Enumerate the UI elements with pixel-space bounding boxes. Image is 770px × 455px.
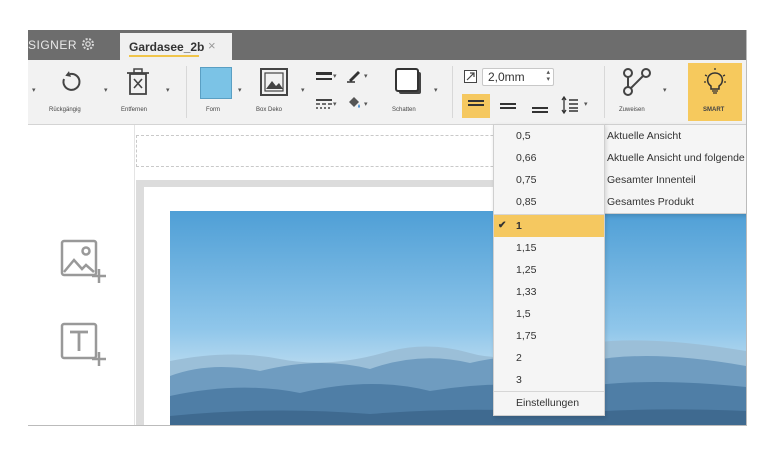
chevron-down-icon[interactable]: ▾ — [333, 100, 337, 108]
undo-icon — [62, 71, 81, 91]
divider — [186, 66, 187, 118]
stroke-width-value: 2,0mm — [488, 70, 525, 84]
line-spacing-option-selected[interactable]: ✔ 1 — [494, 215, 604, 237]
settings-option[interactable]: Einstellungen — [494, 392, 604, 414]
view-scope-item[interactable]: Gesamtes Produkt — [603, 191, 746, 213]
assign-label: Zuweisen — [619, 107, 645, 113]
line-spacing-menu: 0,5 0,66 0,75 0,85 ✔ 1 1,15 1,25 1,33 1,… — [493, 124, 605, 416]
image-frame-icon — [260, 68, 288, 96]
lake-photo[interactable] — [170, 211, 746, 425]
line-spacing-option[interactable]: 3 — [494, 369, 604, 391]
app-window: SIGNER Gardasee_2b × ▾ Rückgängig ▾ Entf… — [28, 30, 747, 426]
tab-active-indicator — [129, 55, 199, 57]
smart-button[interactable]: SMART — [688, 63, 742, 121]
gear-icon[interactable] — [80, 36, 96, 52]
remove-label: Entfernen — [121, 107, 148, 113]
view-scope-item[interactable]: Aktuelle Ansicht — [603, 125, 746, 147]
align-top-button[interactable] — [462, 94, 490, 118]
divider — [452, 66, 453, 118]
pen-icon[interactable] — [346, 67, 362, 83]
box-deco-label: Box Deko — [256, 107, 283, 113]
line-weight-icon[interactable] — [316, 70, 332, 82]
side-panel-divider — [134, 125, 135, 425]
add-text-icon[interactable] — [60, 322, 106, 366]
stroke-width-input[interactable]: 2,0mm ▴ ▾ — [482, 68, 554, 86]
divider — [604, 66, 605, 118]
share-nodes-icon — [623, 68, 651, 96]
align-middle-icon[interactable] — [500, 100, 516, 112]
mountain-photo-image — [170, 211, 746, 425]
chevron-down-icon[interactable]: ▾ — [663, 86, 667, 94]
line-spacing-icon[interactable] — [561, 96, 579, 114]
trash-icon — [127, 68, 149, 95]
add-image-icon[interactable] — [60, 239, 106, 283]
smart-label: SMART — [703, 107, 725, 113]
app-label: SIGNER — [28, 38, 78, 52]
chevron-down-icon[interactable]: ▾ — [166, 86, 170, 94]
remove-button[interactable]: Entfernen — [114, 64, 162, 120]
line-spacing-option[interactable]: 1,15 — [494, 237, 604, 259]
line-style-icon[interactable] — [316, 98, 332, 110]
shadow-button[interactable]: Schatten — [384, 64, 432, 120]
view-scope-item[interactable]: Aktuelle Ansicht und folgende — [603, 147, 746, 169]
line-spacing-option[interactable]: 0,85 — [494, 191, 604, 213]
toolbar: ▾ Rückgängig ▾ Entfernen ▾ Form ▾ Box De… — [28, 60, 746, 125]
shape-color-swatch — [200, 67, 232, 99]
align-bottom-icon[interactable] — [532, 100, 548, 114]
chevron-down-icon[interactable]: ▾ — [104, 86, 108, 94]
chevron-down-icon[interactable]: ▾ — [364, 100, 368, 108]
chevron-down-icon[interactable]: ▾ — [364, 72, 368, 80]
line-spacing-option[interactable]: 2 — [494, 347, 604, 369]
line-spacing-option[interactable]: 1,25 — [494, 259, 604, 281]
shape-label: Form — [206, 107, 220, 113]
shadow-icon — [395, 68, 421, 94]
shadow-label: Schatten — [392, 107, 416, 113]
shape-button[interactable]: Form — [192, 64, 240, 120]
chevron-down-icon[interactable]: ▾ — [584, 100, 588, 108]
chevron-down-icon[interactable]: ▾ — [333, 72, 337, 80]
box-deco-button[interactable]: Box Deko — [250, 64, 300, 120]
line-spacing-option[interactable]: 1,33 — [494, 281, 604, 303]
undo-button[interactable]: Rückgängig — [46, 64, 94, 120]
line-spacing-option[interactable]: 0,66 — [494, 147, 604, 169]
resize-icon — [464, 70, 477, 83]
tab-title: Gardasee_2b — [129, 40, 205, 54]
undo-label: Rückgängig — [49, 107, 81, 113]
assign-button[interactable]: Zuweisen — [614, 64, 666, 120]
fill-bucket-icon[interactable] — [346, 95, 362, 111]
tab-bar: SIGNER Gardasee_2b × — [28, 30, 746, 60]
spinner-icon[interactable]: ▴ ▾ — [546, 69, 550, 83]
checkmark-icon: ✔ — [498, 220, 507, 231]
lightbulb-icon — [704, 68, 726, 94]
close-icon[interactable]: × — [208, 38, 216, 53]
chevron-down-icon[interactable]: ▾ — [434, 86, 438, 94]
line-spacing-option[interactable]: 1,5 — [494, 303, 604, 325]
chevron-down-icon[interactable]: ▾ — [301, 86, 305, 94]
align-top-icon — [468, 100, 484, 106]
document-tab[interactable]: Gardasee_2b × — [120, 33, 232, 60]
line-spacing-option[interactable]: 0,75 — [494, 169, 604, 191]
view-scope-menu: Aktuelle Ansicht Aktuelle Ansicht und fo… — [602, 124, 746, 214]
line-spacing-option[interactable]: 1,75 — [494, 325, 604, 347]
view-scope-item[interactable]: Gesamter Innenteil — [603, 169, 746, 191]
chevron-down-icon[interactable]: ▾ — [32, 86, 36, 94]
line-spacing-option[interactable]: 0,5 — [494, 125, 604, 147]
chevron-down-icon[interactable]: ▾ — [238, 86, 242, 94]
